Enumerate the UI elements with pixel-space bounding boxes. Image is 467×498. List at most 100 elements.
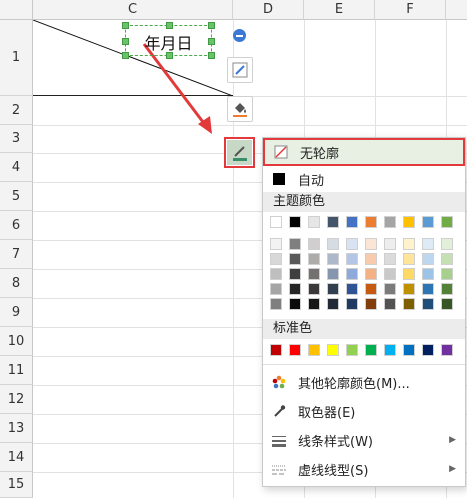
- theme-shade-swatch[interactable]: [365, 268, 377, 280]
- standard-color-swatch[interactable]: [403, 344, 415, 356]
- theme-shade-swatch[interactable]: [270, 268, 282, 280]
- theme-shade-swatch[interactable]: [308, 298, 320, 310]
- theme-shade-swatch[interactable]: [327, 253, 339, 265]
- theme-shade-swatch[interactable]: [327, 238, 339, 250]
- theme-shade-swatch[interactable]: [270, 283, 282, 295]
- standard-color-swatch[interactable]: [441, 344, 453, 356]
- theme-color-swatch[interactable]: [308, 216, 320, 228]
- theme-shade-swatch[interactable]: [289, 298, 301, 310]
- theme-shade-swatch[interactable]: [384, 298, 396, 310]
- text-box-content[interactable]: 年月日: [126, 30, 211, 54]
- standard-color-swatch[interactable]: [384, 344, 396, 356]
- theme-shade-swatch[interactable]: [327, 298, 339, 310]
- spreadsheet[interactable]: C D E F 1 2 3 4 5 6 7 8 9 10 11 12 13 14…: [0, 0, 467, 498]
- outline-color-button[interactable]: [224, 137, 255, 168]
- theme-shade-swatch[interactable]: [422, 268, 434, 280]
- theme-shade-swatch[interactable]: [270, 238, 282, 250]
- resize-handle-bottom-right[interactable]: [208, 52, 215, 59]
- resize-handle-top-right[interactable]: [208, 22, 215, 29]
- theme-shade-swatch[interactable]: [422, 298, 434, 310]
- row-header-10[interactable]: 10: [0, 327, 33, 356]
- row-header-6[interactable]: 6: [0, 211, 33, 240]
- theme-color-swatch[interactable]: [384, 216, 396, 228]
- theme-shade-swatch[interactable]: [441, 283, 453, 295]
- row-header-15[interactable]: 15: [0, 472, 33, 498]
- text-box[interactable]: 年月日: [122, 22, 215, 59]
- resize-handle-right[interactable]: [208, 38, 215, 45]
- theme-shade-swatch[interactable]: [346, 268, 358, 280]
- theme-shade-swatch[interactable]: [365, 238, 377, 250]
- theme-shade-swatch[interactable]: [403, 253, 415, 265]
- row-header-13[interactable]: 13: [0, 414, 33, 443]
- column-header-c[interactable]: C: [33, 0, 233, 20]
- theme-color-swatch[interactable]: [422, 216, 434, 228]
- theme-shade-swatch[interactable]: [403, 268, 415, 280]
- theme-shade-swatch[interactable]: [308, 283, 320, 295]
- theme-shade-swatch[interactable]: [289, 268, 301, 280]
- theme-shade-swatch[interactable]: [308, 238, 320, 250]
- column-header-f[interactable]: F: [375, 0, 446, 20]
- resize-handle-bottom[interactable]: [166, 52, 173, 59]
- shape-style-button[interactable]: [227, 57, 253, 83]
- theme-shade-swatch[interactable]: [365, 253, 377, 265]
- menu-item-dash-style[interactable]: 虚线线型(S) ▶: [263, 456, 465, 482]
- theme-shade-swatch[interactable]: [308, 268, 320, 280]
- menu-item-no-outline[interactable]: 无轮廓: [263, 138, 465, 166]
- theme-shade-swatch[interactable]: [441, 268, 453, 280]
- select-all-corner[interactable]: [0, 0, 33, 20]
- standard-color-swatch[interactable]: [365, 344, 377, 356]
- column-header-e[interactable]: E: [304, 0, 375, 20]
- column-header-g[interactable]: [446, 0, 467, 20]
- theme-shade-swatch[interactable]: [422, 253, 434, 265]
- row-header-8[interactable]: 8: [0, 269, 33, 298]
- column-header-d[interactable]: D: [233, 0, 304, 20]
- theme-shade-swatch[interactable]: [289, 253, 301, 265]
- theme-color-swatch[interactable]: [365, 216, 377, 228]
- row-header-11[interactable]: 11: [0, 356, 33, 385]
- standard-color-swatch[interactable]: [327, 344, 339, 356]
- menu-item-auto[interactable]: 自动: [263, 166, 465, 192]
- theme-shade-swatch[interactable]: [270, 253, 282, 265]
- fill-color-button[interactable]: [227, 96, 253, 122]
- theme-shade-swatch[interactable]: [289, 283, 301, 295]
- menu-item-line-style[interactable]: 线条样式(W) ▶: [263, 427, 465, 453]
- theme-shade-swatch[interactable]: [365, 283, 377, 295]
- theme-shade-swatch[interactable]: [308, 253, 320, 265]
- collapse-toolbar-icon[interactable]: [233, 29, 246, 42]
- resize-handle-bottom-left[interactable]: [122, 52, 129, 59]
- resize-handle-top-left[interactable]: [122, 22, 129, 29]
- theme-shade-swatch[interactable]: [384, 268, 396, 280]
- theme-shade-swatch[interactable]: [441, 238, 453, 250]
- theme-shade-swatch[interactable]: [441, 298, 453, 310]
- theme-shade-swatch[interactable]: [422, 283, 434, 295]
- theme-shade-swatch[interactable]: [365, 298, 377, 310]
- theme-shade-swatch[interactable]: [403, 298, 415, 310]
- resize-handle-top[interactable]: [166, 22, 173, 29]
- theme-shade-swatch[interactable]: [346, 298, 358, 310]
- theme-shade-swatch[interactable]: [346, 283, 358, 295]
- theme-shade-swatch[interactable]: [289, 238, 301, 250]
- theme-shade-swatch[interactable]: [384, 283, 396, 295]
- row-header-5[interactable]: 5: [0, 182, 33, 211]
- theme-color-swatch[interactable]: [270, 216, 282, 228]
- theme-color-swatch[interactable]: [327, 216, 339, 228]
- row-header-3[interactable]: 3: [0, 125, 33, 153]
- theme-color-swatch[interactable]: [289, 216, 301, 228]
- theme-shade-swatch[interactable]: [403, 283, 415, 295]
- row-header-2[interactable]: 2: [0, 96, 33, 125]
- theme-shade-swatch[interactable]: [346, 238, 358, 250]
- standard-color-swatch[interactable]: [422, 344, 434, 356]
- standard-color-swatch[interactable]: [308, 344, 320, 356]
- theme-shade-swatch[interactable]: [441, 253, 453, 265]
- menu-item-more-colors[interactable]: 其他轮廓颜色(M)...: [263, 369, 465, 395]
- theme-shade-swatch[interactable]: [327, 268, 339, 280]
- theme-shade-swatch[interactable]: [422, 238, 434, 250]
- resize-handle-left[interactable]: [122, 38, 129, 45]
- row-header-14[interactable]: 14: [0, 443, 33, 472]
- theme-shade-swatch[interactable]: [403, 238, 415, 250]
- standard-color-swatch[interactable]: [270, 344, 282, 356]
- theme-color-swatch[interactable]: [441, 216, 453, 228]
- theme-shade-swatch[interactable]: [327, 283, 339, 295]
- theme-shade-swatch[interactable]: [384, 238, 396, 250]
- theme-shade-swatch[interactable]: [384, 253, 396, 265]
